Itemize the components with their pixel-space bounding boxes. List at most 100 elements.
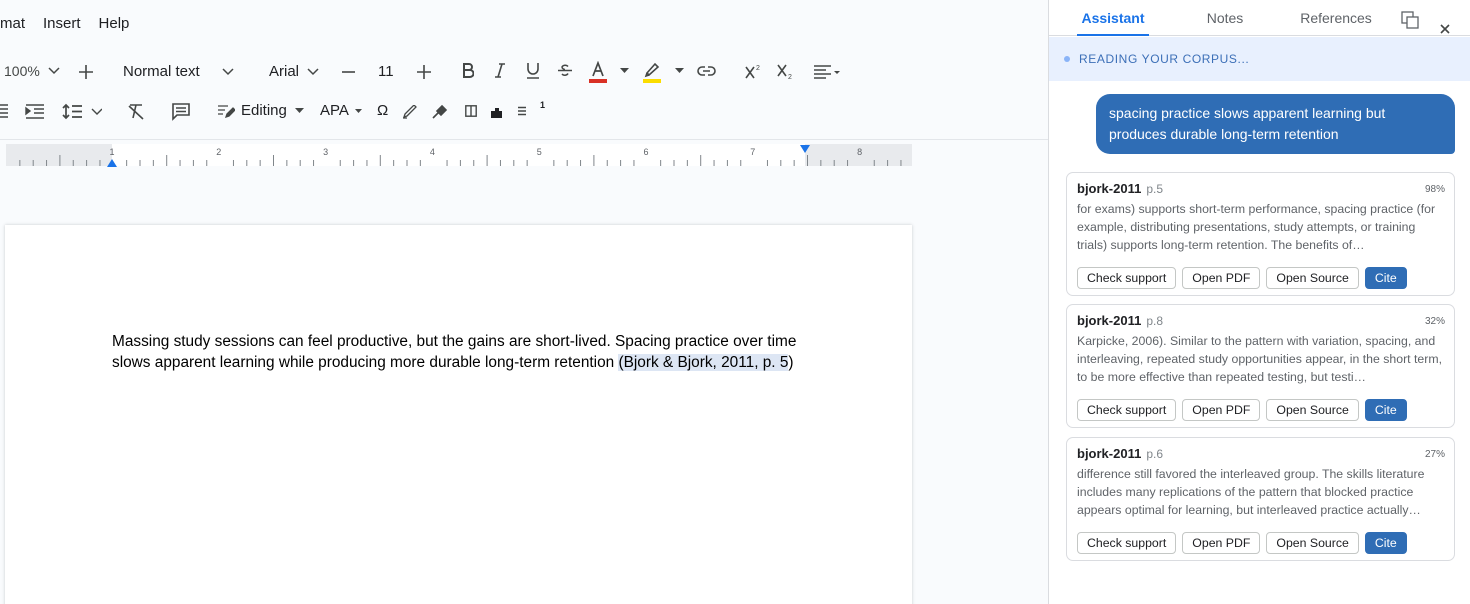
- popout-button[interactable]: [1400, 6, 1420, 29]
- voice-typing-button[interactable]: [432, 104, 448, 120]
- document-body[interactable]: Massing study sessions can feel producti…: [112, 331, 812, 374]
- zoom-in-button[interactable]: [77, 63, 95, 81]
- special-characters-button[interactable]: Ω: [377, 102, 388, 119]
- ruler-number: 1: [109, 147, 114, 157]
- highlight-color-button[interactable]: [643, 61, 661, 83]
- open-pdf-button[interactable]: Open PDF: [1182, 399, 1261, 421]
- zoom-value: 100%: [4, 63, 40, 79]
- open-source-button[interactable]: Open Source: [1266, 267, 1359, 289]
- app-window: mat Insert Help 100% Normal text Arial 1…: [0, 0, 1470, 604]
- ruler-number: 7: [750, 147, 755, 157]
- highlight-color-dropdown[interactable]: [675, 68, 684, 73]
- text-color-dropdown[interactable]: [620, 68, 629, 73]
- superscript-button[interactable]: 2: [745, 64, 762, 79]
- list-icon: [518, 106, 526, 116]
- menu-bar: mat Insert Help: [0, 0, 1048, 46]
- open-source-button[interactable]: Open Source: [1266, 399, 1359, 421]
- superscript-one-button[interactable]: 1: [540, 100, 545, 110]
- highlighter-icon: [643, 62, 661, 83]
- open-source-button[interactable]: Open Source: [1266, 532, 1359, 554]
- result-snippet: difference still favored the interleaved…: [1077, 467, 1425, 517]
- font-family-value: Arial: [269, 63, 300, 80]
- ruler-number: 6: [643, 147, 648, 157]
- editing-mode-select[interactable]: Editing: [217, 102, 304, 119]
- document-page[interactable]: Massing study sessions can feel producti…: [5, 225, 912, 604]
- ruler-number: 2: [216, 147, 221, 157]
- check-support-button[interactable]: Check support: [1077, 399, 1177, 421]
- document-editor: mat Insert Help 100% Normal text Arial 1…: [0, 0, 1048, 604]
- strikethrough-icon: [558, 64, 572, 76]
- list-button[interactable]: [517, 106, 527, 116]
- tab-references[interactable]: References: [1297, 0, 1375, 36]
- underline-button[interactable]: [526, 62, 540, 79]
- add-comment-button[interactable]: [171, 102, 191, 121]
- clear-formatting-icon: [128, 104, 144, 120]
- ruler-number: 4: [430, 147, 435, 157]
- columns-button[interactable]: [465, 105, 477, 117]
- menu-help[interactable]: Help: [99, 15, 130, 32]
- result-score: 98%: [1424, 184, 1445, 195]
- result-score: 27%: [1424, 449, 1445, 460]
- result-page: p.6: [1146, 447, 1164, 461]
- citation-style-value: APA: [320, 102, 349, 119]
- clear-formatting-button[interactable]: [127, 103, 145, 120]
- line-spacing-icon: [62, 103, 102, 120]
- sidebar-tabs: Assistant Notes References: [1049, 0, 1470, 36]
- chevron-down-icon: [222, 67, 234, 75]
- indent-icon: [25, 104, 44, 119]
- caret-down-icon: [294, 108, 304, 113]
- pencil-icon: [218, 104, 235, 118]
- columns-icon: [465, 105, 477, 117]
- line-spacing-button[interactable]: [62, 103, 102, 120]
- microphone-icon: [432, 104, 448, 119]
- result-card: bjork-2011 p.6 27% difference still favor…: [1066, 437, 1455, 561]
- cite-button[interactable]: Cite: [1364, 532, 1407, 554]
- ruler-number: 3: [323, 147, 328, 157]
- menu-format[interactable]: mat: [0, 15, 25, 32]
- close-button[interactable]: [1438, 11, 1452, 34]
- insert-link-button[interactable]: [697, 66, 716, 76]
- chevron-down-icon: [307, 67, 319, 75]
- increase-indent-button[interactable]: [25, 103, 45, 120]
- result-card: bjork-2011 p.8 32% Karpicke, 2006). Simil…: [1066, 304, 1455, 428]
- ruler[interactable]: 1 2 3 4 5 6 7 8: [0, 140, 1048, 170]
- cite-button[interactable]: Cite: [1364, 399, 1407, 421]
- subscript-button[interactable]: 2: [777, 64, 794, 80]
- paragraph-style-value: Normal text: [123, 63, 200, 80]
- format-painter-button[interactable]: [489, 107, 504, 119]
- font-family-select[interactable]: Arial: [269, 63, 319, 80]
- open-pdf-button[interactable]: Open PDF: [1182, 267, 1261, 289]
- open-pdf-button[interactable]: Open PDF: [1182, 532, 1261, 554]
- font-size-input[interactable]: 11: [378, 63, 394, 80]
- result-source: bjork-2011: [1077, 181, 1142, 196]
- tab-notes[interactable]: Notes: [1197, 0, 1253, 36]
- zoom-select[interactable]: 100%: [4, 63, 60, 79]
- caret-down-icon: [354, 108, 362, 113]
- text-color-button[interactable]: [589, 61, 607, 83]
- caret-down-icon: [675, 68, 684, 73]
- citation-style-select[interactable]: APA: [320, 102, 362, 119]
- italic-button[interactable]: [494, 63, 506, 78]
- check-support-button[interactable]: Check support: [1077, 267, 1177, 289]
- cite-button[interactable]: Cite: [1364, 267, 1407, 289]
- decrease-font-size-button[interactable]: [341, 65, 355, 79]
- paint-roller-icon: [491, 108, 502, 118]
- inline-citation[interactable]: (Bjork & Bjork, 2011, p. 5: [618, 354, 789, 372]
- result-page: p.8: [1146, 314, 1164, 328]
- decrease-indent-button[interactable]: [0, 103, 8, 119]
- status-banner: READING YOUR CORPUS...: [1049, 37, 1470, 81]
- align-button[interactable]: [813, 64, 841, 80]
- minus-icon: [341, 71, 355, 73]
- tab-assistant[interactable]: Assistant: [1077, 0, 1149, 36]
- ruler-area: 1 2 3 4 5 6 7 8: [0, 139, 1048, 169]
- menu-insert[interactable]: Insert: [43, 15, 81, 32]
- chevron-down-icon: [48, 67, 60, 75]
- increase-font-size-button[interactable]: [417, 65, 431, 79]
- drawing-button[interactable]: [402, 105, 418, 119]
- paragraph-style-select[interactable]: Normal text: [123, 63, 234, 80]
- ruler-number: 5: [537, 147, 542, 157]
- result-page: p.5: [1146, 182, 1164, 196]
- check-support-button[interactable]: Check support: [1077, 532, 1177, 554]
- bold-button[interactable]: [462, 63, 474, 78]
- strikethrough-button[interactable]: [557, 63, 573, 78]
